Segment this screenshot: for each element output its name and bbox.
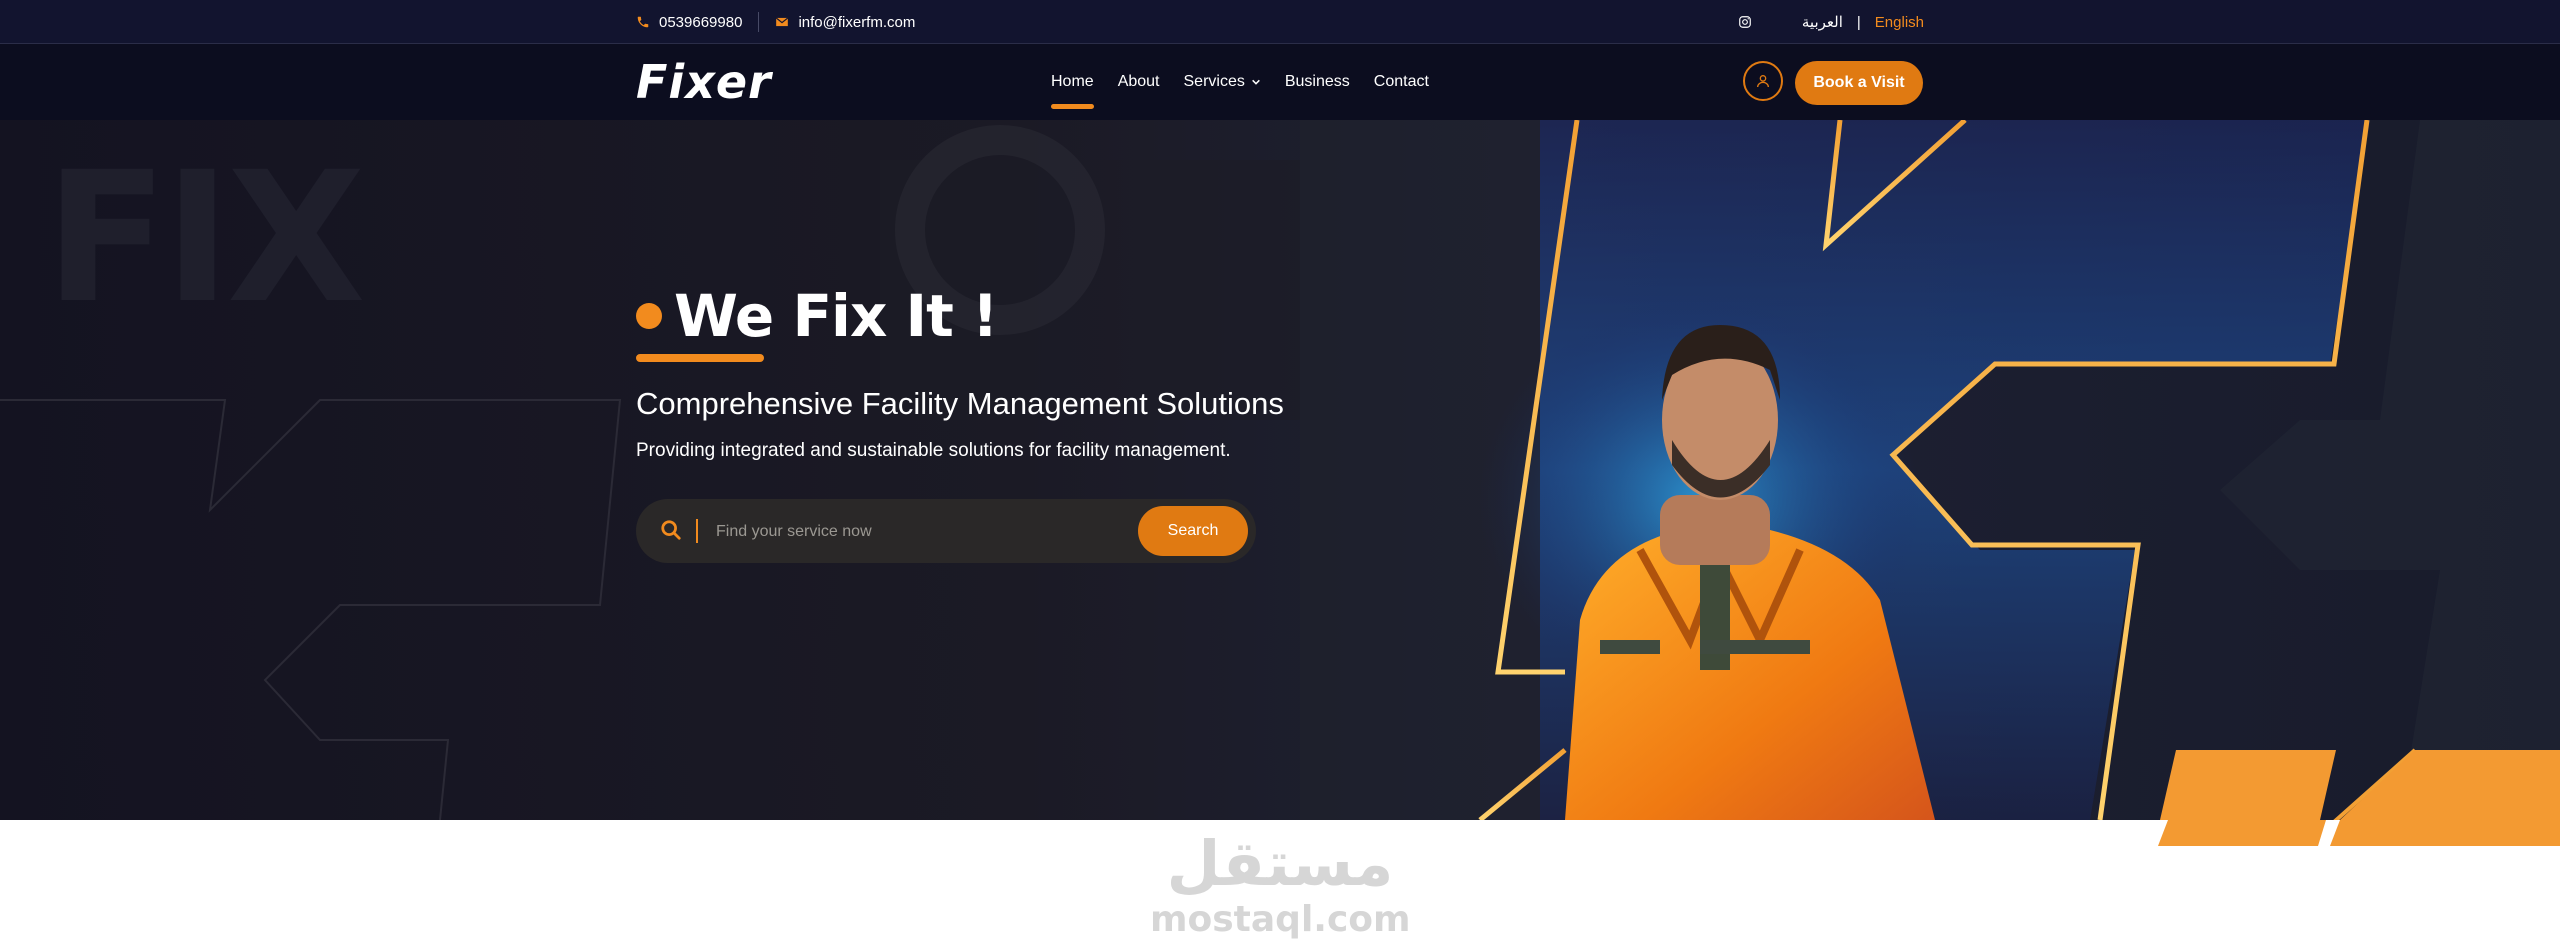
- hero-section: FIX We Fix It ! Comprehensive Facility M…: [0, 120, 2560, 820]
- hero-background: [0, 120, 2560, 820]
- hero-title: We Fix It !: [674, 282, 998, 350]
- lang-english[interactable]: English: [1875, 14, 1924, 31]
- lang-separator: |: [1856, 13, 1861, 31]
- hero-title-wrap: We Fix It !: [636, 282, 998, 350]
- nav-business-label: Business: [1284, 73, 1350, 90]
- nav-contact-label: Contact: [1373, 73, 1429, 90]
- nav-services-label: Services: [1183, 73, 1245, 90]
- user-account-button[interactable]: [1743, 61, 1783, 101]
- nav-about[interactable]: About: [1118, 67, 1160, 97]
- top-bar: 0539669980 info@fixerfm.com العربية | En…: [0, 0, 2560, 44]
- service-search-input[interactable]: [714, 515, 1098, 549]
- phone-link[interactable]: 0539669980: [636, 14, 742, 31]
- site-logo[interactable]: Fixer: [636, 55, 772, 109]
- mostaql-watermark: مستقل mostaql.com: [1150, 827, 1411, 948]
- chevron-down-icon: [1251, 79, 1260, 85]
- lang-arabic[interactable]: العربية: [1802, 13, 1843, 31]
- email-address: info@fixerfm.com: [798, 13, 916, 31]
- email-link[interactable]: info@fixerfm.com: [775, 14, 915, 31]
- nav-business[interactable]: Business: [1285, 67, 1350, 97]
- search-caret: [696, 519, 698, 543]
- nav-home[interactable]: Home: [1051, 67, 1094, 109]
- contact-info: 0539669980 info@fixerfm.com: [636, 0, 915, 44]
- logo-text: Fixer: [636, 55, 772, 109]
- watermark-arabic: مستقل: [1166, 827, 1394, 900]
- watermark-latin: mostaql.com: [1150, 899, 1411, 940]
- search-icon: [661, 520, 681, 540]
- phone-number: 0539669980: [659, 13, 743, 31]
- hero-underline: [636, 354, 764, 362]
- phone-icon: [637, 16, 649, 28]
- instagram-icon[interactable]: [1738, 15, 1752, 29]
- book-visit-button[interactable]: Book a Visit: [1795, 61, 1923, 105]
- mail-icon: [776, 17, 789, 27]
- topbar-right: العربية | English: [1738, 0, 1924, 44]
- search-button[interactable]: Search: [1138, 506, 1248, 556]
- user-icon: [1757, 75, 1769, 88]
- service-search-box: Search: [636, 499, 1256, 563]
- nav-home-label: Home: [1051, 73, 1094, 90]
- nav-about-label: About: [1117, 73, 1160, 90]
- nav-contact[interactable]: Contact: [1374, 67, 1429, 97]
- hero-dot: [636, 303, 662, 329]
- hero-subtitle: Comprehensive Facility Management Soluti…: [636, 386, 1284, 421]
- fix-watermark: FIX: [45, 134, 366, 343]
- main-navbar: Fixer Home About Services Business Conta…: [0, 44, 2560, 120]
- hero-description: Providing integrated and sustainable sol…: [636, 440, 1231, 461]
- divider: [758, 12, 760, 32]
- nav-services[interactable]: Services: [1184, 67, 1261, 97]
- main-nav: Home About Services Business Contact: [1051, 44, 1429, 120]
